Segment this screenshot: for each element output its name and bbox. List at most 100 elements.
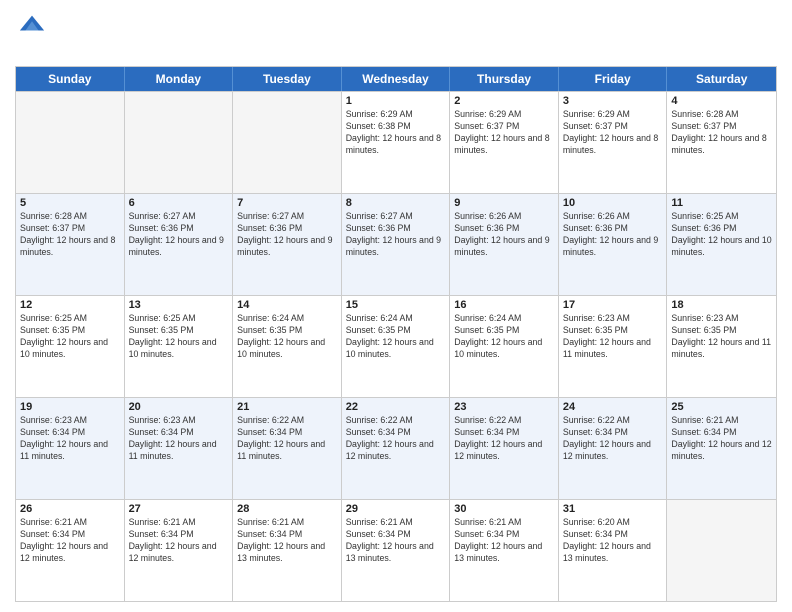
day-number: 5 [20, 197, 120, 209]
day-number: 24 [563, 401, 663, 413]
calendar-row: 26Sunrise: 6:21 AM Sunset: 6:34 PM Dayli… [16, 499, 776, 601]
calendar-cell: 20 Sunrise: 6:23 AM Sunset: 6:34 PM Dayli… [125, 398, 234, 499]
logo-icon [18, 10, 46, 38]
cell-sun-info: Sunrise: 6:23 AM Sunset: 6:35 PM Dayligh… [563, 313, 663, 361]
calendar-cell: 6 Sunrise: 6:27 AM Sunset: 6:36 PM Daylig… [125, 194, 234, 295]
day-number: 8 [346, 197, 446, 209]
calendar-cell: 7Sunrise: 6:27 AM Sunset: 6:36 PM Daylig… [233, 194, 342, 295]
header-day-monday: Monday [125, 67, 234, 91]
header-day-friday: Friday [559, 67, 668, 91]
day-number: 4 [671, 95, 772, 107]
cell-sun-info: Sunrise: 6:24 AM Sunset: 6:35 PM Dayligh… [237, 313, 337, 361]
header [15, 10, 777, 58]
cell-sun-info: Sunrise: 6:27 AM Sunset: 6:36 PM Dayligh… [129, 211, 229, 259]
cell-sun-info: Sunrise: 6:21 AM Sunset: 6:34 PM Dayligh… [20, 517, 120, 565]
cell-sun-info: Sunrise: 6:29 AM Sunset: 6:37 PM Dayligh… [454, 109, 554, 157]
day-number: 15 [346, 299, 446, 311]
day-number: 31 [563, 503, 663, 515]
calendar-cell: 24 Sunrise: 6:22 AM Sunset: 6:34 PM Dayli… [559, 398, 668, 499]
calendar-cell: 10 Sunrise: 6:26 AM Sunset: 6:36 PM Dayli… [559, 194, 668, 295]
calendar-body: 1 Sunrise: 6:29 AM Sunset: 6:38 PM Daylig… [16, 91, 776, 601]
day-number: 29 [346, 503, 446, 515]
day-number: 1 [346, 95, 446, 107]
calendar-cell: 13Sunrise: 6:25 AM Sunset: 6:35 PM Dayli… [125, 296, 234, 397]
calendar-cell: 16 Sunrise: 6:24 AM Sunset: 6:35 PM Dayli… [450, 296, 559, 397]
cell-sun-info: Sunrise: 6:25 AM Sunset: 6:35 PM Dayligh… [20, 313, 120, 361]
calendar-cell: 2 Sunrise: 6:29 AM Sunset: 6:37 PM Daylig… [450, 92, 559, 193]
day-number: 3 [563, 95, 663, 107]
day-number: 20 [129, 401, 229, 413]
calendar-header: SundayMondayTuesdayWednesdayThursdayFrid… [16, 67, 776, 91]
cell-sun-info: Sunrise: 6:22 AM Sunset: 6:34 PM Dayligh… [237, 415, 337, 463]
calendar-cell: 23 Sunrise: 6:22 AM Sunset: 6:34 PM Dayli… [450, 398, 559, 499]
calendar-cell: 9 Sunrise: 6:26 AM Sunset: 6:36 PM Daylig… [450, 194, 559, 295]
header-day-saturday: Saturday [667, 67, 776, 91]
day-number: 16 [454, 299, 554, 311]
day-number: 17 [563, 299, 663, 311]
calendar-cell: 4Sunrise: 6:28 AM Sunset: 6:37 PM Daylig… [667, 92, 776, 193]
day-number: 25 [671, 401, 772, 413]
calendar-row: 19 Sunrise: 6:23 AM Sunset: 6:34 PM Dayli… [16, 397, 776, 499]
day-number: 28 [237, 503, 337, 515]
calendar-cell: 17 Sunrise: 6:23 AM Sunset: 6:35 PM Dayli… [559, 296, 668, 397]
cell-sun-info: Sunrise: 6:20 AM Sunset: 6:34 PM Dayligh… [563, 517, 663, 565]
cell-sun-info: Sunrise: 6:23 AM Sunset: 6:34 PM Dayligh… [129, 415, 229, 463]
cell-sun-info: Sunrise: 6:21 AM Sunset: 6:34 PM Dayligh… [671, 415, 772, 463]
calendar-cell: 5 Sunrise: 6:28 AM Sunset: 6:37 PM Daylig… [16, 194, 125, 295]
cell-sun-info: Sunrise: 6:22 AM Sunset: 6:34 PM Dayligh… [563, 415, 663, 463]
calendar-cell: 18 Sunrise: 6:23 AM Sunset: 6:35 PM Dayli… [667, 296, 776, 397]
day-number: 21 [237, 401, 337, 413]
day-number: 18 [671, 299, 772, 311]
cell-sun-info: Sunrise: 6:26 AM Sunset: 6:36 PM Dayligh… [454, 211, 554, 259]
calendar-cell [16, 92, 125, 193]
calendar-cell: 14Sunrise: 6:24 AM Sunset: 6:35 PM Dayli… [233, 296, 342, 397]
day-number: 2 [454, 95, 554, 107]
cell-sun-info: Sunrise: 6:21 AM Sunset: 6:34 PM Dayligh… [346, 517, 446, 565]
day-number: 13 [129, 299, 229, 311]
calendar-cell: 30 Sunrise: 6:21 AM Sunset: 6:34 PM Dayli… [450, 500, 559, 601]
header-day-sunday: Sunday [16, 67, 125, 91]
day-number: 9 [454, 197, 554, 209]
calendar-row: 5 Sunrise: 6:28 AM Sunset: 6:37 PM Daylig… [16, 193, 776, 295]
day-number: 6 [129, 197, 229, 209]
cell-sun-info: Sunrise: 6:21 AM Sunset: 6:34 PM Dayligh… [129, 517, 229, 565]
cell-sun-info: Sunrise: 6:24 AM Sunset: 6:35 PM Dayligh… [346, 313, 446, 361]
day-number: 10 [563, 197, 663, 209]
calendar-cell [125, 92, 234, 193]
day-number: 30 [454, 503, 554, 515]
header-day-tuesday: Tuesday [233, 67, 342, 91]
calendar-cell: 29 Sunrise: 6:21 AM Sunset: 6:34 PM Dayli… [342, 500, 451, 601]
cell-sun-info: Sunrise: 6:21 AM Sunset: 6:34 PM Dayligh… [454, 517, 554, 565]
cell-sun-info: Sunrise: 6:22 AM Sunset: 6:34 PM Dayligh… [454, 415, 554, 463]
calendar-cell: 15 Sunrise: 6:24 AM Sunset: 6:35 PM Dayli… [342, 296, 451, 397]
calendar-cell: 31 Sunrise: 6:20 AM Sunset: 6:34 PM Dayli… [559, 500, 668, 601]
page: SundayMondayTuesdayWednesdayThursdayFrid… [0, 0, 792, 612]
cell-sun-info: Sunrise: 6:22 AM Sunset: 6:34 PM Dayligh… [346, 415, 446, 463]
calendar-cell: 3Sunrise: 6:29 AM Sunset: 6:37 PM Daylig… [559, 92, 668, 193]
calendar-cell: 11Sunrise: 6:25 AM Sunset: 6:36 PM Dayli… [667, 194, 776, 295]
cell-sun-info: Sunrise: 6:27 AM Sunset: 6:36 PM Dayligh… [346, 211, 446, 259]
day-number: 19 [20, 401, 120, 413]
cell-sun-info: Sunrise: 6:21 AM Sunset: 6:34 PM Dayligh… [237, 517, 337, 565]
calendar-cell: 19 Sunrise: 6:23 AM Sunset: 6:34 PM Dayli… [16, 398, 125, 499]
calendar-cell: 27 Sunrise: 6:21 AM Sunset: 6:34 PM Dayli… [125, 500, 234, 601]
cell-sun-info: Sunrise: 6:29 AM Sunset: 6:38 PM Dayligh… [346, 109, 446, 157]
calendar: SundayMondayTuesdayWednesdayThursdayFrid… [15, 66, 777, 602]
calendar-cell: 28 Sunrise: 6:21 AM Sunset: 6:34 PM Dayli… [233, 500, 342, 601]
cell-sun-info: Sunrise: 6:27 AM Sunset: 6:36 PM Dayligh… [237, 211, 337, 259]
cell-sun-info: Sunrise: 6:23 AM Sunset: 6:34 PM Dayligh… [20, 415, 120, 463]
calendar-cell [667, 500, 776, 601]
day-number: 27 [129, 503, 229, 515]
calendar-cell: 22 Sunrise: 6:22 AM Sunset: 6:34 PM Dayli… [342, 398, 451, 499]
calendar-cell: 25 Sunrise: 6:21 AM Sunset: 6:34 PM Dayli… [667, 398, 776, 499]
calendar-cell: 26Sunrise: 6:21 AM Sunset: 6:34 PM Dayli… [16, 500, 125, 601]
calendar-cell: 12Sunrise: 6:25 AM Sunset: 6:35 PM Dayli… [16, 296, 125, 397]
calendar-row: 12Sunrise: 6:25 AM Sunset: 6:35 PM Dayli… [16, 295, 776, 397]
cell-sun-info: Sunrise: 6:23 AM Sunset: 6:35 PM Dayligh… [671, 313, 772, 361]
calendar-cell: 8 Sunrise: 6:27 AM Sunset: 6:36 PM Daylig… [342, 194, 451, 295]
day-number: 22 [346, 401, 446, 413]
cell-sun-info: Sunrise: 6:28 AM Sunset: 6:37 PM Dayligh… [20, 211, 120, 259]
cell-sun-info: Sunrise: 6:24 AM Sunset: 6:35 PM Dayligh… [454, 313, 554, 361]
cell-sun-info: Sunrise: 6:26 AM Sunset: 6:36 PM Dayligh… [563, 211, 663, 259]
day-number: 23 [454, 401, 554, 413]
